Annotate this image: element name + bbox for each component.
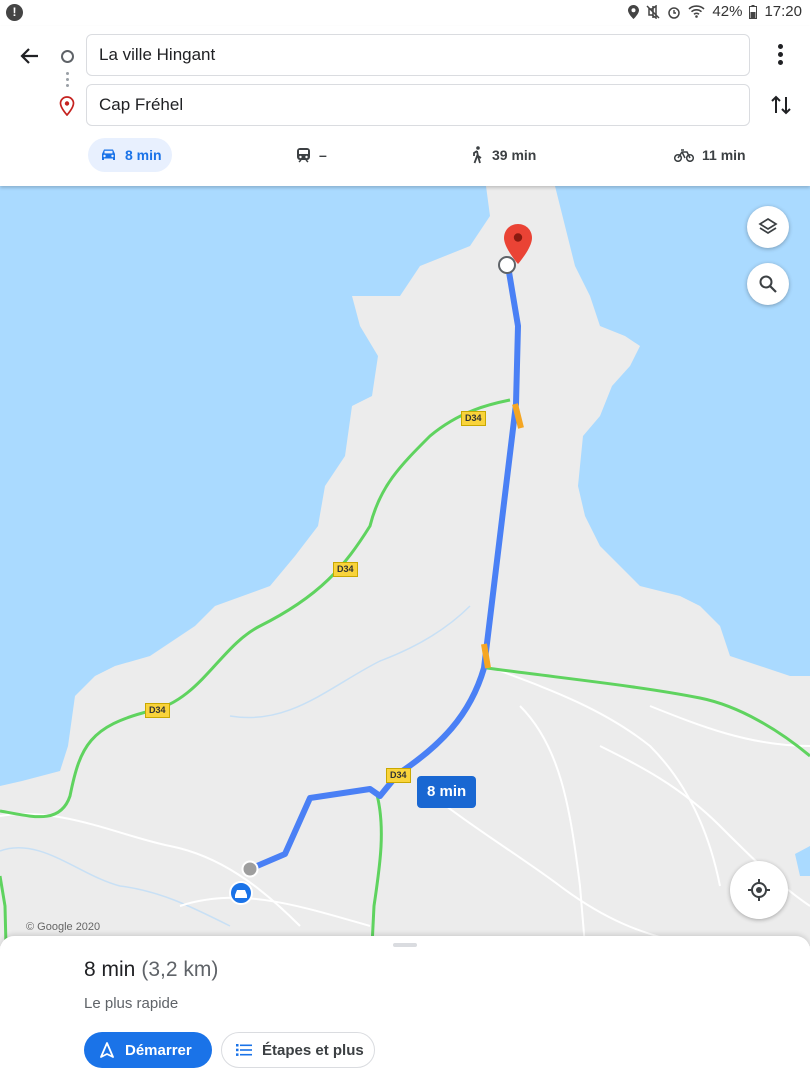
- destination-pin-icon: [59, 96, 75, 116]
- route-distance: (3,2 km): [141, 958, 219, 981]
- map-canvas[interactable]: [0, 186, 810, 946]
- mode-transit-time: –: [319, 147, 327, 163]
- directions-header: La ville Hingant Cap Fréhel 8 min – 39 m…: [0, 26, 810, 186]
- battery-percent: 42%: [712, 3, 743, 20]
- route-subtitle: Le plus rapide: [84, 995, 179, 1012]
- route-time-bubble[interactable]: 8 min: [417, 776, 477, 808]
- layers-button[interactable]: [747, 206, 789, 248]
- start-point: [241, 860, 259, 878]
- road-label-d34: D34: [333, 562, 358, 577]
- mode-walking[interactable]: 39 min: [470, 138, 536, 172]
- route-dots-icon: [66, 72, 69, 90]
- sheet-handle[interactable]: [393, 943, 417, 947]
- mute-icon: [646, 4, 660, 19]
- map-copyright: © Google 2020: [26, 921, 101, 933]
- mode-cycling-time: 11 min: [702, 147, 746, 163]
- swap-icon[interactable]: [768, 92, 794, 118]
- navigation-arrow-icon: [100, 1042, 114, 1058]
- mode-transit[interactable]: –: [296, 138, 327, 172]
- start-label: Démarrer: [125, 1041, 192, 1059]
- road-label-d34: D34: [386, 768, 411, 783]
- mode-driving[interactable]: 8 min: [88, 138, 172, 172]
- more-options-icon[interactable]: [772, 44, 788, 68]
- back-arrow-icon[interactable]: [16, 42, 44, 70]
- train-icon: [297, 148, 310, 163]
- list-icon: [236, 1044, 252, 1056]
- walk-icon: [473, 146, 482, 164]
- road-label-d34: D34: [461, 411, 486, 426]
- route-bottom-sheet[interactable]: 8 min (3,2 km) Le plus rapide Démarrer Ét…: [0, 936, 810, 1080]
- destination-input[interactable]: Cap Fréhel: [86, 84, 750, 126]
- route-slow-segment-2: [481, 643, 491, 669]
- wifi-icon: [688, 5, 705, 18]
- layers-icon: [758, 217, 778, 235]
- bike-icon: [674, 149, 694, 162]
- mode-walking-time: 39 min: [492, 147, 537, 163]
- crosshair-icon: [748, 879, 770, 901]
- road-label-d34: D34: [145, 703, 170, 718]
- travel-modes: 8 min – 39 min 11 min: [0, 138, 810, 174]
- location-icon: [628, 4, 640, 19]
- origin-input[interactable]: La ville Hingant: [86, 34, 750, 76]
- alert-icon: !: [6, 4, 23, 21]
- car-icon: [102, 149, 115, 160]
- steps-label: Étapes et plus: [262, 1041, 364, 1059]
- mode-driving-time: 8 min: [125, 147, 162, 163]
- alarm-icon: [668, 6, 681, 19]
- battery-icon: [749, 4, 758, 19]
- my-location-button[interactable]: [730, 861, 788, 919]
- status-bar: ! 42% 17:20: [0, 0, 810, 26]
- map-view[interactable]: D34 D34 D34 D34 8 min © Google 2020: [0, 186, 810, 946]
- route-end-point: [498, 256, 516, 274]
- clock: 17:20: [764, 3, 802, 20]
- start-navigation-button[interactable]: Démarrer: [84, 1032, 212, 1068]
- origin-dot-icon: [61, 50, 74, 63]
- route-summary: 8 min (3,2 km): [84, 958, 218, 982]
- mode-cycling[interactable]: 11 min: [674, 138, 746, 172]
- search-icon: [759, 275, 777, 293]
- map-search-button[interactable]: [747, 263, 789, 305]
- status-icons: 42% 17:20: [628, 3, 802, 20]
- route-duration: 8 min: [84, 958, 136, 981]
- steps-button[interactable]: Étapes et plus: [221, 1032, 375, 1068]
